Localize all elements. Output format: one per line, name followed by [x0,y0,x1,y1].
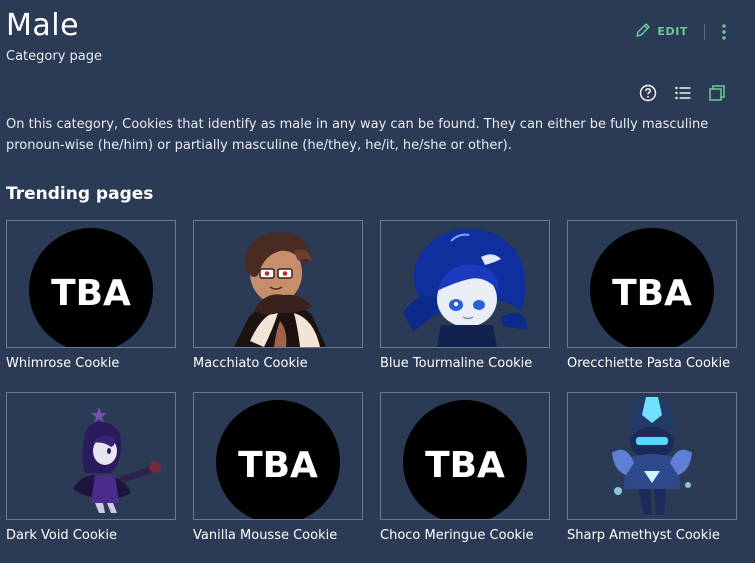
card-thumbnail[interactable]: TBA [380,392,550,520]
card-label[interactable]: Vanilla Mousse Cookie [193,528,337,543]
trending-card[interactable]: Blue Tourmaline Cookie [380,220,550,371]
more-options-icon[interactable] [721,23,727,40]
page-subtitle: Category page [6,49,102,64]
page-title: Male [6,8,80,43]
trending-grid: TBA Whimrose Cookie Macchiato Cookie Blu… [6,220,737,543]
card-thumbnail[interactable]: TBA [567,220,737,348]
trending-heading: Trending pages [6,184,154,204]
tba-text: TBA [238,445,318,486]
sharp-amethyst-sprite [612,397,692,515]
dark-void-sprite [73,407,161,513]
gallery-view-icon[interactable] [709,85,725,101]
edit-label: EDIT [657,25,688,38]
blue-tourmaline-portrait [403,228,527,347]
category-description: On this category, Cookies that identify … [6,117,709,153]
card-thumbnail[interactable] [193,220,363,348]
tba-text: TBA [612,273,692,314]
macchiato-portrait [234,232,326,347]
card-label[interactable]: Whimrose Cookie [6,356,119,371]
card-label[interactable]: Blue Tourmaline Cookie [380,356,532,371]
card-label[interactable]: Dark Void Cookie [6,528,117,543]
tba-text: TBA [51,273,131,314]
card-thumbnail[interactable] [567,392,737,520]
card-label[interactable]: Sharp Amethyst Cookie [567,528,720,543]
tba-text: TBA [425,445,505,486]
help-icon[interactable] [639,84,657,102]
card-thumbnail[interactable] [6,392,176,520]
card-thumbnail[interactable] [380,220,550,348]
category-toolbar [639,84,725,102]
divider [704,23,705,40]
trending-card[interactable]: Dark Void Cookie [6,392,176,543]
card-label[interactable]: Macchiato Cookie [193,356,308,371]
pencil-icon [635,22,651,41]
card-thumbnail[interactable]: TBA [193,392,363,520]
trending-card[interactable]: TBA Whimrose Cookie [6,220,176,371]
trending-card[interactable]: TBA Orecchiette Pasta Cookie [567,220,737,371]
list-view-icon[interactable] [675,86,691,100]
trending-card[interactable]: Sharp Amethyst Cookie [567,392,737,543]
card-thumbnail[interactable]: TBA [6,220,176,348]
trending-card[interactable]: Macchiato Cookie [193,220,363,371]
card-label[interactable]: Choco Meringue Cookie [380,528,534,543]
page-actions: EDIT [635,22,727,41]
edit-button[interactable]: EDIT [635,22,688,41]
card-label[interactable]: Orecchiette Pasta Cookie [567,356,730,371]
trending-card[interactable]: TBA Vanilla Mousse Cookie [193,392,363,543]
trending-card[interactable]: TBA Choco Meringue Cookie [380,392,550,543]
